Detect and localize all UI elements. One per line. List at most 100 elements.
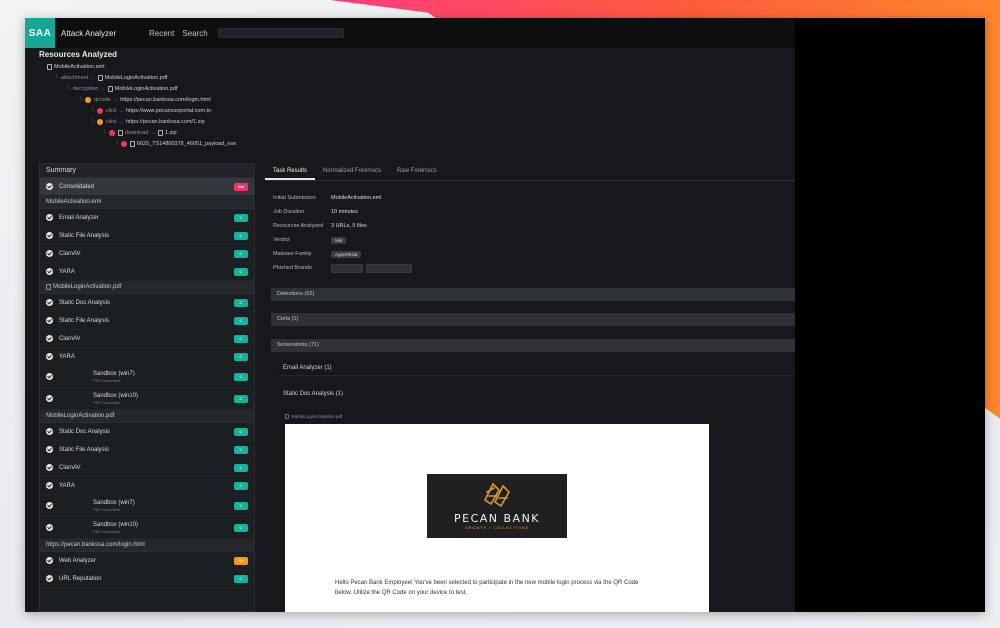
sidebar-item[interactable]: Static Doc Analysis C	[40, 294, 254, 312]
bank-logo: PECAN BANK GROWTH • COLLECTIONS	[427, 474, 567, 538]
tree-node[interactable]: MobileActivation.eml	[47, 63, 104, 71]
sidebar-item[interactable]: ClamAV C	[40, 459, 254, 477]
subsection-static-doc-analysis[interactable]: Static Doc Analysis (1)	[279, 388, 795, 402]
nav-search[interactable]: Search	[182, 29, 207, 38]
section-detections[interactable]: Detections (62)	[271, 288, 795, 301]
verdict-badge: C	[234, 352, 248, 361]
tree-node[interactable]: └ download → 1.zip	[103, 129, 177, 137]
sidebar-item-consolidated[interactable]: Consolidated Mal	[40, 178, 254, 196]
app-logo[interactable]: SAA	[25, 18, 55, 48]
tree-node[interactable]: └ qrcode → https://pecan.bankssa.com/log…	[79, 96, 211, 104]
summary-header: Summary	[40, 164, 254, 178]
check-icon	[46, 446, 53, 453]
verdict-badge: C	[234, 249, 248, 258]
check-icon	[46, 395, 53, 402]
suspicious-url-icon	[96, 119, 103, 125]
verdict-badge: C	[234, 267, 248, 276]
sidebar-group-header[interactable]: MobileLoginActivation.pdf	[40, 281, 254, 294]
check-icon	[46, 183, 53, 190]
sidebar-group-header[interactable]: MobileActivation.eml	[40, 196, 254, 209]
tree-node[interactable]: └ decryption → MobileLoginActivation.pdf	[67, 85, 177, 93]
document-screenshot-preview[interactable]: PECAN BANK GROWTH • COLLECTIONS Hello Pe…	[285, 424, 709, 612]
check-icon	[46, 373, 53, 380]
verdict-pill: Mal	[331, 236, 347, 244]
subsection-email-analyzer[interactable]: Email Analyzer (1)	[279, 362, 795, 376]
sidebar-item[interactable]: Static File Analysis C	[40, 312, 254, 330]
verdict-badge: C	[234, 463, 248, 472]
section-certs[interactable]: Certs (1)	[271, 313, 795, 326]
task-sidebar: Summary Consolidated Mal MobileActivatio…	[39, 163, 255, 612]
sidebar-group-header[interactable]: MobileLoginActivation.pdf	[40, 410, 254, 423]
resources-title: Resources Analyzed	[39, 50, 117, 59]
detail-malware-family: Malware Family AgentTesla	[273, 249, 362, 259]
sidebar-item[interactable]: ClamAV C	[40, 330, 254, 348]
sidebar-item[interactable]: Static Doc Analysis C	[40, 423, 254, 441]
tab-normalized-forensics[interactable]: Normalized Forensics	[315, 163, 389, 180]
sidebar-item[interactable]: Web Analyzer SU	[40, 552, 254, 570]
bank-name: PECAN BANK	[453, 512, 541, 525]
bank-tagline: GROWTH • COLLECTIONS	[465, 526, 529, 530]
check-icon	[46, 353, 53, 360]
verdict-badge: C	[234, 231, 248, 240]
browser-window: SAA Attack Analyzer Recent Search Resour…	[25, 18, 985, 612]
sidebar-group-header[interactable]: https://pecan.bankssa.com/login.html	[40, 539, 254, 552]
top-bar: SAA Attack Analyzer Recent Search	[25, 18, 795, 48]
sidebar-item[interactable]: YARA C	[40, 477, 254, 495]
check-icon	[46, 335, 53, 342]
section-screenshots[interactable]: Screenshots (71)	[271, 339, 795, 352]
file-icon	[46, 284, 51, 290]
sidebar-item[interactable]: Email Analyzer C	[40, 209, 254, 227]
check-icon	[46, 428, 53, 435]
file-icon	[97, 75, 103, 81]
resources-analyzed: Resources Analyzed MobileActivation.eml …	[39, 50, 439, 158]
verdict-badge: C	[234, 501, 248, 510]
results-tabs: Task Results Normalized Forensics Raw Fo…	[265, 163, 795, 181]
verdict-badge: C	[234, 394, 248, 403]
check-icon	[46, 502, 53, 509]
detail-phished-brands: Phished Brands	[273, 263, 415, 273]
zip-icon	[157, 130, 163, 136]
screenshot-file-label: MobileLoginActivation.pdf	[285, 414, 342, 419]
malicious-file-icon	[108, 130, 115, 136]
nav-recent[interactable]: Recent	[149, 29, 174, 38]
check-icon	[46, 575, 53, 582]
check-icon	[46, 232, 53, 239]
verdict-badge: C	[234, 372, 248, 381]
malicious-url-icon	[96, 108, 103, 114]
search-input[interactable]	[217, 28, 344, 38]
check-icon	[46, 214, 53, 221]
sidebar-item[interactable]: Sandbox (win10) PDF Document C	[40, 388, 254, 410]
malicious-file-icon	[120, 141, 127, 147]
detail-resources-analyzed: Resources Analyzed 3 URLs, 5 files	[273, 223, 367, 229]
verdict-badge: C	[234, 445, 248, 454]
sidebar-item[interactable]: Sandbox (win7) PDF Document C	[40, 366, 254, 388]
sidebar-item[interactable]: Sandbox (win7) PDF Document C	[40, 495, 254, 517]
sidebar-item[interactable]: URL Reputation C	[40, 570, 254, 588]
tab-task-results[interactable]: Task Results	[265, 163, 316, 180]
file-icon	[117, 130, 123, 136]
check-icon	[46, 250, 53, 257]
sidebar-item[interactable]: Static File Analysis C	[40, 227, 254, 245]
check-icon	[46, 299, 53, 306]
sidebar-item[interactable]: YARA C	[40, 348, 254, 366]
tree-node[interactable]: └ click → https://pecan.bankssa.com/1.zi…	[91, 118, 205, 126]
sidebar-item[interactable]: Static File Analysis C	[40, 441, 254, 459]
sidebar-item[interactable]: YARA C	[40, 263, 254, 281]
check-icon	[46, 464, 53, 471]
detail-verdict: Verdict Mal	[273, 235, 347, 245]
verdict-badge: C	[234, 574, 248, 583]
detail-initial-submission: Initial Submission MobileActivation.eml	[273, 195, 382, 201]
sidebar-item[interactable]: ClamAV C	[40, 245, 254, 263]
tree-node[interactable]: └ attachment → MobileLoginActivation.pdf	[55, 74, 167, 82]
verdict-badge: C	[234, 481, 248, 490]
tab-raw-forensics[interactable]: Raw Forensics	[389, 163, 445, 180]
check-icon	[46, 268, 53, 275]
tree-node[interactable]: └ 6625_TS14800378_46051_payload_exe	[115, 140, 236, 148]
sidebar-item[interactable]: Sandbox (win10) PDF Document C	[40, 517, 254, 539]
verdict-badge: C	[234, 334, 248, 343]
verdict-badge: Mal	[234, 182, 248, 191]
check-icon	[46, 317, 53, 324]
tree-node[interactable]: └ click → https://www.pecanssoportal.com…	[91, 107, 211, 115]
check-icon	[46, 524, 53, 531]
file-icon	[285, 414, 289, 419]
